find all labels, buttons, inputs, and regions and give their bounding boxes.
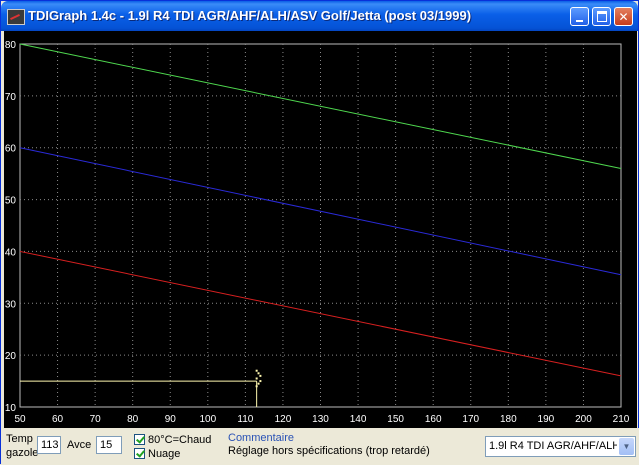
bottom-panel: Temp gazole 113 Avce 15 80°C=Chaud Nuage… bbox=[1, 428, 639, 465]
title-bar[interactable]: TDIGraph 1.4c - 1.9l R4 TDI AGR/AHF/ALH/… bbox=[1, 1, 638, 31]
x-tick-label: 200 bbox=[575, 414, 592, 425]
engine-select[interactable]: 1.9l R4 TDI AGR/AHF/ALH/ASV Golf/Jetta (… bbox=[485, 436, 636, 457]
x-tick-label: 100 bbox=[199, 414, 216, 425]
x-tick-label: 90 bbox=[165, 414, 177, 425]
temp-gazole-input[interactable]: 113 bbox=[37, 436, 61, 454]
engine-select-value: 1.9l R4 TDI AGR/AHF/ALH/ASV Golf/Jetta (… bbox=[489, 440, 617, 452]
y-tick-label: 80 bbox=[5, 40, 17, 51]
chevron-down-icon[interactable]: ▼ bbox=[619, 438, 634, 455]
x-tick-label: 80 bbox=[127, 414, 139, 425]
marker-cloud-point bbox=[257, 382, 260, 385]
maximize-button[interactable] bbox=[592, 7, 611, 26]
avce-label: Avce bbox=[67, 439, 92, 451]
y-tick-label: 50 bbox=[5, 196, 17, 207]
x-tick-label: 150 bbox=[387, 414, 404, 425]
chaud-checkbox[interactable] bbox=[134, 434, 145, 445]
series-line-3 bbox=[19, 250, 622, 377]
minimize-icon bbox=[576, 19, 583, 22]
chart-area[interactable]: 50 60 70 80 90 100 110 120 130 140 150 160 170 180 190… bbox=[4, 31, 637, 428]
avance-input[interactable]: 15 bbox=[96, 436, 122, 454]
close-button[interactable]: ✕ bbox=[614, 7, 633, 26]
marker-cloud-point bbox=[259, 374, 262, 377]
chaud-label: 80°C=Chaud bbox=[148, 434, 212, 446]
x-tick-label: 180 bbox=[500, 414, 517, 425]
y-tick-label: 40 bbox=[5, 247, 17, 258]
x-tick-label: 110 bbox=[237, 414, 253, 425]
x-tick-label: 60 bbox=[52, 414, 64, 425]
x-tick-label: 120 bbox=[275, 414, 292, 425]
minimize-button[interactable] bbox=[570, 7, 589, 26]
nuage-label: Nuage bbox=[148, 448, 181, 460]
y-tick-label: 70 bbox=[5, 92, 17, 103]
marker-cloud-point bbox=[255, 385, 258, 388]
close-icon: ✕ bbox=[618, 9, 629, 24]
marker-cloud-point bbox=[255, 377, 258, 380]
marker-cloud-point bbox=[257, 372, 260, 375]
series-line-1 bbox=[19, 43, 622, 169]
x-tick-label: 140 bbox=[350, 414, 367, 425]
x-tick-label: 170 bbox=[462, 414, 479, 425]
marker-cloud-point bbox=[255, 369, 258, 372]
temp-label-2: gazole bbox=[6, 447, 39, 459]
x-tick-label: 70 bbox=[90, 414, 102, 425]
x-tick-label: 130 bbox=[312, 414, 329, 425]
window-title: TDIGraph 1.4c - 1.9l R4 TDI AGR/AHF/ALH/… bbox=[28, 8, 472, 23]
comment-title: Commentaire bbox=[228, 432, 295, 444]
y-tick-label: 30 bbox=[5, 299, 17, 310]
x-tick-label: 210 bbox=[613, 414, 630, 425]
comment-text: Réglage hors spécifications (trop retard… bbox=[228, 445, 430, 457]
maximize-icon bbox=[596, 11, 607, 22]
x-tick-label: 160 bbox=[425, 414, 442, 425]
x-tick-label: 190 bbox=[538, 414, 555, 425]
app-window: TDIGraph 1.4c - 1.9l R4 TDI AGR/AHF/ALH/… bbox=[0, 0, 639, 465]
app-icon bbox=[7, 9, 25, 25]
y-tick-label: 10 bbox=[5, 403, 17, 414]
y-tick-label: 60 bbox=[5, 144, 17, 155]
chart-svg: 50 60 70 80 90 100 110 120 130 140 150 160 170 180 190… bbox=[5, 40, 630, 425]
temp-label: Temp bbox=[6, 433, 33, 445]
marker-cloud-point bbox=[259, 380, 262, 383]
y-tick-label: 20 bbox=[5, 351, 17, 362]
nuage-checkbox[interactable] bbox=[134, 448, 145, 459]
x-tick-label: 50 bbox=[14, 414, 26, 425]
series-line-2 bbox=[19, 147, 622, 276]
